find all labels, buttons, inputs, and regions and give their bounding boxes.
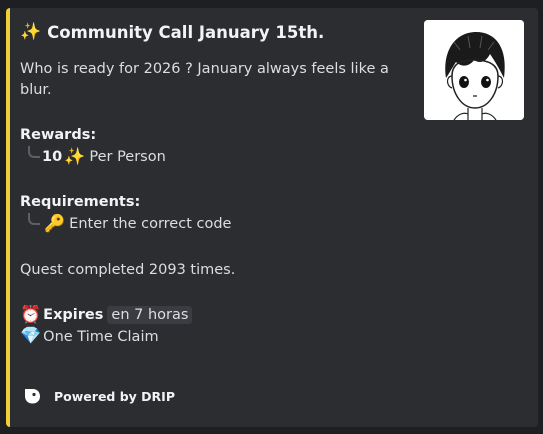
rewards-label: Rewards:	[20, 127, 97, 143]
reward-unit: Per Person	[89, 149, 166, 165]
key-icon: 🔑	[44, 213, 66, 234]
requirement-line: 🔑 Enter the correct code	[20, 213, 232, 234]
embed-title-text: Community Call January 15th.	[47, 23, 325, 42]
requirements-label: Requirements:	[20, 194, 141, 210]
reward-amount: 10	[42, 149, 63, 165]
embed-title: ✨ Community Call January 15th.	[20, 23, 324, 42]
alarm-clock-icon: ⏰	[20, 304, 42, 325]
quest-embed: ✨ Community Call January 15th. Who is re	[6, 8, 538, 427]
claim-line: 💎 One Time Claim	[20, 328, 159, 345]
expires-label: Expires	[43, 307, 104, 323]
footer-text: Powered by DRIP	[54, 388, 175, 404]
completion-count: Quest completed 2093 times.	[20, 262, 236, 278]
drip-logo-icon	[25, 389, 40, 404]
character-portrait-icon	[424, 20, 524, 120]
embed-description: Who is ready for 2026 ? January always f…	[20, 61, 389, 98]
sparkles-icon: ✨	[64, 146, 86, 167]
requirement-text: Enter the correct code	[69, 216, 232, 232]
tree-branch-icon	[20, 146, 42, 166]
claim-text: One Time Claim	[43, 328, 159, 345]
tree-branch-icon	[20, 213, 42, 233]
thumbnail-image[interactable]	[424, 20, 524, 120]
embed-footer: Powered by DRIP	[22, 386, 175, 406]
expires-timestamp[interactable]: en 7 horas	[107, 306, 193, 324]
sparkles-icon: ✨	[20, 22, 42, 42]
gem-icon: 💎	[20, 326, 42, 346]
expires-line: ⏰ Expires en 7 horas	[20, 304, 193, 325]
reward-line: 10 ✨ Per Person	[20, 146, 166, 167]
